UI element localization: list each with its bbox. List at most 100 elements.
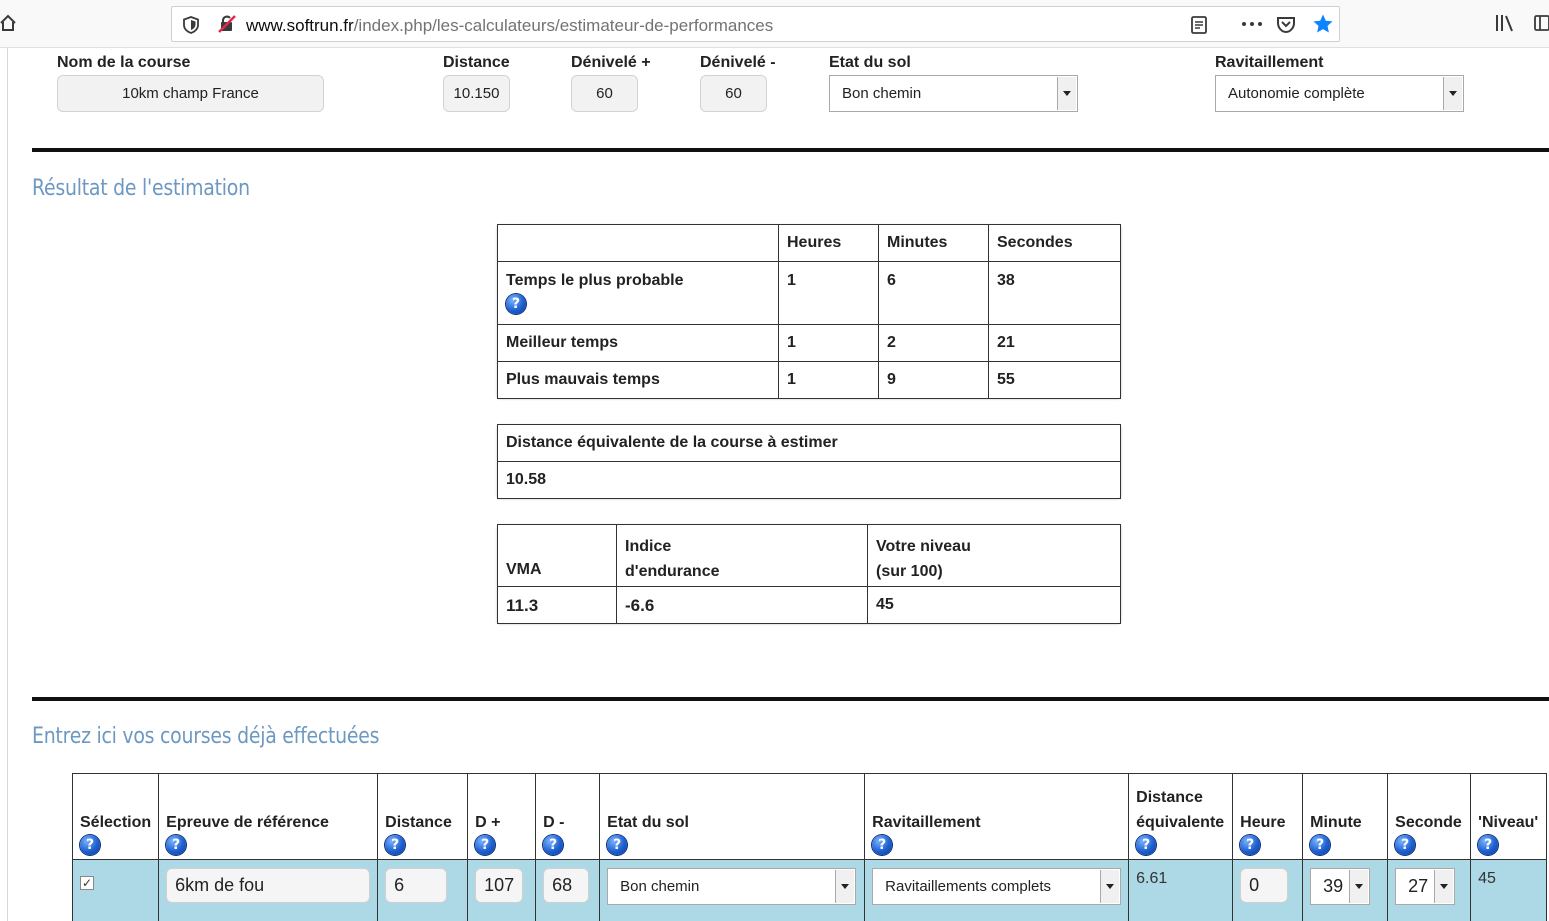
worst-seconds: 55 (988, 361, 1121, 399)
result-time-table: Heures Minutes Secondes Temps le plus pr… (497, 224, 1121, 399)
no-connection-icon[interactable] (217, 14, 237, 34)
row-supply-value: Ravitaillements complets (885, 878, 1052, 895)
row-minute-select[interactable]: 39 (1310, 868, 1371, 905)
row-seconde-select[interactable]: 27 (1395, 868, 1456, 905)
col-equiv-label-2: équivalente (1136, 814, 1225, 831)
chevron-down-icon[interactable] (1057, 77, 1076, 110)
endurance-value: -6.6 (616, 586, 868, 624)
equiv-distance-label: Distance équivalente de la course à esti… (497, 424, 1121, 462)
help-icon[interactable]: ? (166, 835, 187, 855)
sidebar-icon[interactable] (1534, 14, 1549, 32)
minute-cell: 39 (1302, 859, 1389, 921)
row-dminus-input[interactable]: 68 (543, 868, 590, 903)
table-row: Meilleur temps 1 2 21 (497, 324, 1121, 362)
courses-section-title: Entrez ici vos courses déjà effectuées (32, 724, 380, 749)
supply-select[interactable]: Autonomie complète (1215, 75, 1464, 112)
level-label-line1: Votre niveau (876, 538, 971, 555)
distance-input[interactable]: 10.150 (443, 75, 510, 112)
reader-view-icon[interactable] (1190, 15, 1208, 35)
courses-header-row: Sélection ? Epreuve de référence ? Dista… (71, 773, 1547, 860)
ground-cell: Bon chemin (599, 859, 866, 921)
result-section-title: Résultat de l'estimation (32, 176, 250, 201)
worst-time-label: Plus mauvais temps (497, 361, 779, 399)
row-ground-select[interactable]: Bon chemin (607, 868, 857, 905)
probable-minutes: 6 (878, 261, 989, 325)
best-minutes: 2 (878, 324, 989, 362)
row-minute-value: 39 (1323, 876, 1344, 896)
url-path: /index.php/les-calculateurs/estimateur-d… (353, 16, 774, 35)
probable-seconds: 38 (988, 261, 1121, 325)
table-row: ✓ 6km de fou 6 107 68 Bon chemin Ravitai… (71, 859, 1547, 921)
browser-toolbar: www.softrun.fr/index.php/les-calculateur… (0, 0, 1549, 48)
row-supply-select[interactable]: Ravitaillements complets (872, 868, 1122, 905)
home-icon[interactable] (0, 14, 16, 32)
chevron-down-icon[interactable] (835, 870, 855, 903)
shield-icon[interactable] (182, 15, 200, 35)
equiv-cell: 6.61 (1128, 859, 1234, 921)
chevron-down-icon[interactable] (1434, 870, 1454, 903)
row-niveau-value: 45 (1478, 870, 1496, 887)
col-supply-label: Ravitaillement (872, 814, 981, 831)
level-label-line2: (sur 100) (876, 563, 943, 580)
row-distance-input[interactable]: 6 (385, 868, 448, 903)
section-divider (32, 148, 1549, 152)
section-divider (32, 697, 1549, 701)
url-text[interactable]: www.softrun.fr/index.php/les-calculateur… (246, 16, 773, 36)
dplus-label: Dénivelé + (571, 54, 651, 71)
col-minute: Minute ? (1302, 773, 1389, 860)
help-icon[interactable]: ? (1136, 835, 1157, 855)
bookmark-star-icon[interactable] (1312, 13, 1334, 35)
col-dminus: D - ? (535, 773, 601, 860)
header-seconds: Secondes (988, 224, 1121, 262)
help-icon[interactable]: ? (80, 835, 100, 855)
col-niveau: 'Niveau' ? (1470, 773, 1547, 860)
worst-minutes: 9 (878, 361, 989, 399)
help-icon[interactable]: ? (872, 835, 893, 855)
selection-checkbox[interactable]: ✓ (80, 876, 94, 890)
row-equiv-value: 6.61 (1136, 870, 1168, 887)
help-icon[interactable]: ? (1310, 835, 1331, 855)
col-supply: Ravitaillement ? (864, 773, 1130, 860)
chevron-down-icon[interactable] (1100, 870, 1120, 903)
epreuve-cell: 6km de fou (158, 859, 379, 921)
help-icon[interactable]: ? (506, 294, 526, 314)
table-row: Plus mauvais temps 1 9 55 (497, 361, 1121, 399)
address-bar[interactable]: www.softrun.fr/index.php/les-calculateur… (171, 6, 1340, 42)
page-content: Nom de la course 10km champ France Dista… (0, 48, 1549, 921)
row-ground-value: Bon chemin (620, 878, 700, 895)
help-icon[interactable]: ? (385, 835, 406, 855)
worst-hours: 1 (778, 361, 879, 399)
col-epreuve: Epreuve de référence ? (158, 773, 379, 860)
help-icon[interactable]: ? (1240, 835, 1261, 855)
help-icon[interactable]: ? (543, 835, 564, 855)
dminus-input[interactable]: 60 (700, 75, 767, 112)
help-icon[interactable]: ? (607, 835, 628, 855)
race-name-input[interactable]: 10km champ France (57, 75, 324, 112)
best-seconds: 21 (988, 324, 1121, 362)
library-icon[interactable] (1494, 13, 1516, 33)
help-icon[interactable]: ? (1395, 835, 1416, 855)
ground-label: Etat du sol (829, 54, 911, 71)
niveau-cell: 45 (1470, 859, 1547, 921)
distance-cell: 6 (377, 859, 469, 921)
vma-table: VMA Indice d'endurance Votre niveau (sur… (497, 524, 1121, 624)
equiv-distance-value: 10.58 (497, 461, 1121, 499)
supply-label: Ravitaillement (1215, 54, 1324, 71)
dplus-input[interactable]: 60 (571, 75, 638, 112)
ground-select[interactable]: Bon chemin (829, 75, 1078, 112)
pocket-icon[interactable] (1276, 14, 1296, 34)
chevron-down-icon[interactable] (1443, 77, 1462, 110)
col-selection-label: Sélection (80, 814, 152, 831)
more-icon[interactable] (1240, 14, 1264, 34)
header-empty (497, 224, 779, 262)
row-dplus-input[interactable]: 107 (475, 868, 524, 903)
help-icon[interactable]: ? (1478, 835, 1499, 855)
col-epreuve-label: Epreuve de référence (166, 814, 329, 831)
vma-label: VMA (497, 524, 617, 587)
chevron-down-icon[interactable] (1349, 870, 1369, 903)
level-value: 45 (867, 586, 1121, 624)
epreuve-input[interactable]: 6km de fou (166, 868, 371, 903)
help-icon[interactable]: ? (475, 835, 496, 855)
row-heure-input[interactable]: 0 (1240, 868, 1289, 903)
equiv-distance-table: Distance équivalente de la course à esti… (497, 424, 1121, 499)
